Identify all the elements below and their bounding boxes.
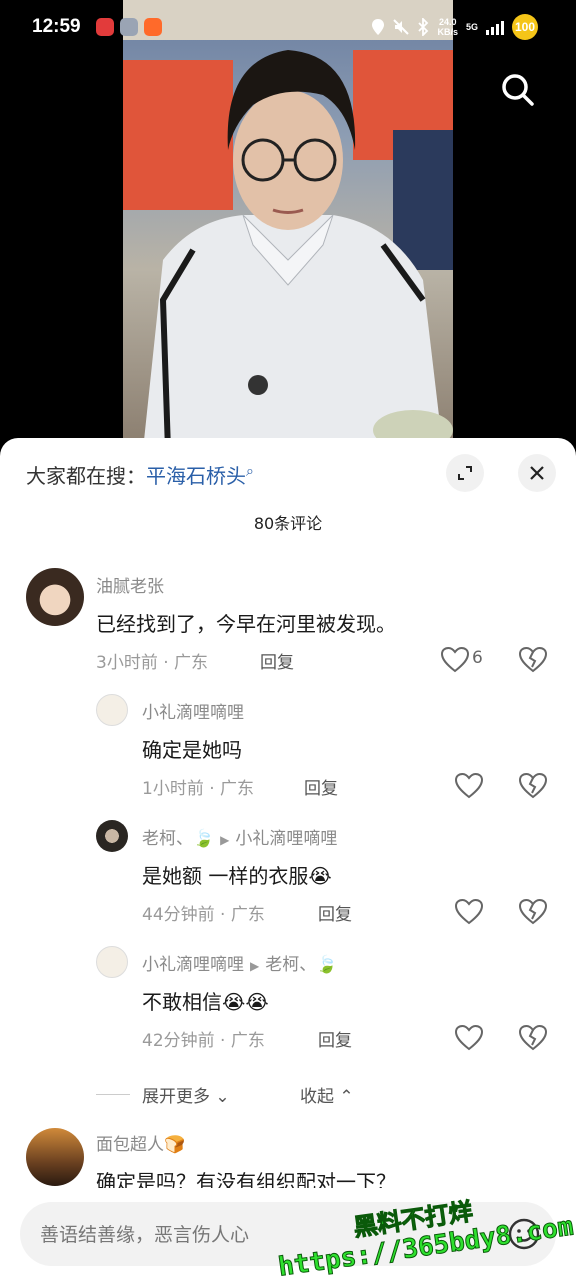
expand-more-button[interactable]: 展开更多 ⌄ (142, 1082, 230, 1107)
comment-username[interactable]: 小礼滴哩嘀哩 (142, 698, 244, 723)
broken-heart-icon (518, 898, 548, 925)
search-button[interactable] (498, 70, 538, 110)
status-time: 12:59 (32, 16, 81, 37)
like-count: 6 (472, 648, 483, 668)
comment-text: 确定是她吗 (142, 738, 242, 762)
reply-to-username[interactable]: 小礼滴哩嘀哩 (235, 829, 337, 849)
reply-item: 小礼滴哩嘀哩 确定是她吗 1小时前 · 广东 回复 (0, 694, 576, 804)
network-speed-unit: KB/s (437, 27, 458, 37)
comment-meta: 42分钟前 · 广东 (142, 1031, 265, 1051)
heart-outline-icon (454, 1024, 484, 1051)
reply-button[interactable]: 回复 (318, 1026, 352, 1051)
comment-username[interactable]: 面包超人🍞 (96, 1130, 185, 1155)
reply-button[interactable]: 回复 (260, 648, 294, 673)
comment-text: 是她额 一样的衣服😭 (142, 864, 332, 888)
avatar[interactable] (96, 946, 128, 978)
like-button[interactable] (454, 1024, 484, 1052)
trending-search-prefix: 大家都在搜： (26, 464, 146, 488)
comment-username[interactable]: 油腻老张 (96, 572, 164, 597)
broken-heart-icon (518, 1024, 548, 1051)
avatar[interactable] (26, 568, 84, 626)
video-frame (123, 0, 453, 450)
thread-controls: 展开更多 ⌄ 收起 ⌃ (96, 1082, 396, 1107)
heart-outline-icon (454, 898, 484, 925)
reply-button[interactable]: 回复 (304, 774, 338, 799)
like-button[interactable] (440, 646, 470, 674)
video-player[interactable] (0, 0, 576, 450)
dislike-button[interactable] (518, 772, 548, 800)
reply-arrow-icon: ▶ (220, 833, 230, 847)
weibo-notification-icon (96, 18, 114, 36)
signal-strength-icon (486, 19, 504, 35)
location-icon (372, 19, 385, 35)
small-search-icon: ⌕ (246, 463, 254, 480)
sheet-header: 大家都在搜：平海石桥头⌕ (0, 438, 576, 508)
reply-to-username[interactable]: 老柯、🍃 (265, 955, 337, 975)
avatar[interactable] (96, 820, 128, 852)
app-notification-icon (120, 18, 138, 36)
status-bar: 12:59 24.0 KB/s 5G 100 (0, 0, 576, 56)
comment-username-line: 老柯、🍃 ▶ 小礼滴哩嘀哩 (142, 824, 337, 849)
comment-meta: 3小时前 · 广东 (96, 653, 209, 673)
reply-item: 小礼滴哩嘀哩 ▶ 老柯、🍃 不敢相信😭😭 42分钟前 · 广东 回复 (0, 946, 576, 1056)
avatar[interactable] (96, 694, 128, 726)
dislike-button[interactable] (518, 646, 548, 674)
broken-heart-icon (518, 772, 548, 799)
video-still-image (123, 0, 453, 450)
search-icon (502, 74, 534, 106)
comment-meta: 1小时前 · 广东 (142, 779, 255, 799)
heart-outline-icon (440, 646, 470, 673)
close-icon (530, 466, 544, 480)
comment-username[interactable]: 老柯、🍃 (142, 829, 214, 849)
divider-line (96, 1094, 130, 1095)
like-button[interactable] (454, 898, 484, 926)
comment-text: 不敢相信😭😭 (142, 990, 269, 1014)
reply-arrow-icon: ▶ (250, 959, 260, 973)
app-notification-icon (144, 18, 162, 36)
network-speed: 24.0 KB/s (437, 17, 458, 37)
dislike-button[interactable] (518, 1024, 548, 1052)
dislike-button[interactable] (518, 898, 548, 926)
comment-item: 油腻老张 已经找到了，今早在河里被发现。 3小时前 · 广东 回复 6 (0, 566, 576, 676)
comment-meta: 44分钟前 · 广东 (142, 905, 265, 925)
reply-button[interactable]: 回复 (318, 900, 352, 925)
like-button[interactable] (454, 772, 484, 800)
comments-sheet: 大家都在搜：平海石桥头⌕ 80条评论 油腻老张 已经找到了，今早在河里被发现。 … (0, 438, 576, 1280)
battery-indicator: 100 (512, 14, 538, 40)
expand-sheet-button[interactable] (446, 454, 484, 492)
comment-username[interactable]: 小礼滴哩嘀哩 (142, 955, 244, 975)
network-speed-value: 24.0 (438, 17, 457, 27)
bluetooth-icon (418, 18, 429, 36)
trending-search[interactable]: 大家都在搜：平海石桥头⌕ (26, 460, 254, 489)
comment-count: 80条评论 (253, 514, 323, 533)
status-indicators: 24.0 KB/s 5G 100 (371, 14, 538, 40)
expand-icon (458, 466, 472, 480)
heart-outline-icon (454, 772, 484, 799)
comment-username-line: 小礼滴哩嘀哩 ▶ 老柯、🍃 (142, 950, 337, 975)
trending-search-keyword[interactable]: 平海石桥头 (146, 464, 246, 488)
mute-icon (393, 19, 410, 35)
comment-text: 已经找到了，今早在河里被发现。 (96, 612, 396, 636)
notification-icons (96, 18, 162, 36)
close-sheet-button[interactable] (518, 454, 556, 492)
broken-heart-icon (518, 646, 548, 673)
comment-input-placeholder: 善语结善缘，恶言伤人心 (40, 1224, 250, 1246)
reply-item: 老柯、🍃 ▶ 小礼滴哩嘀哩 是她额 一样的衣服😭 44分钟前 · 广东 回复 (0, 820, 576, 930)
collapse-button[interactable]: 收起 ⌃ (300, 1082, 354, 1107)
network-type: 5G (465, 22, 478, 32)
avatar[interactable] (26, 1128, 84, 1186)
